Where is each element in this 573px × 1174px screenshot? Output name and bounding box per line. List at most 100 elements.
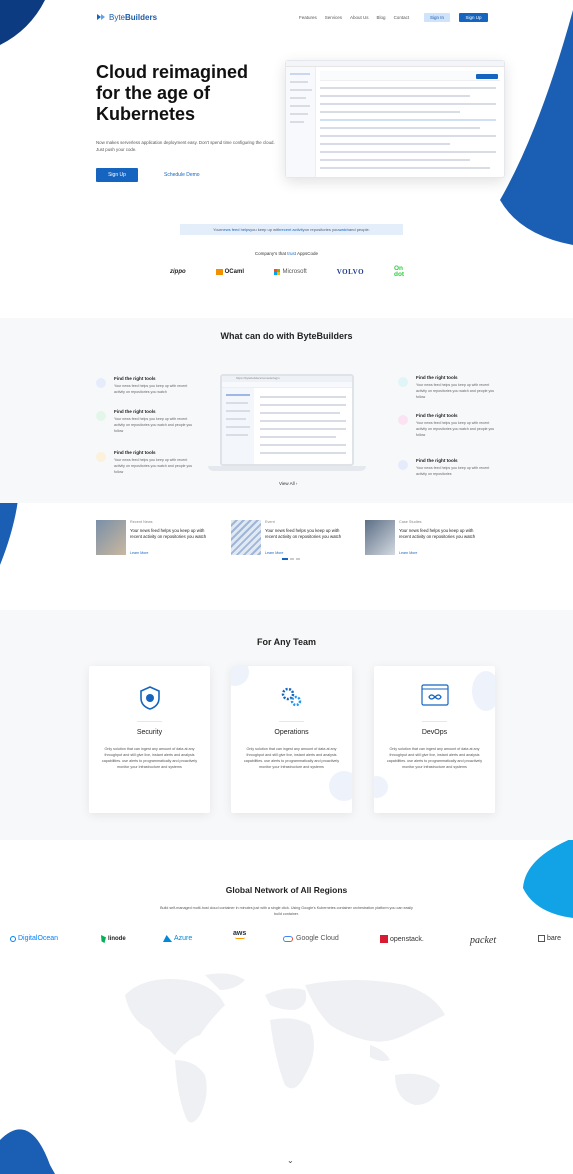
openstack-icon [380, 935, 388, 943]
nav-item-contact[interactable]: Contact [394, 15, 410, 20]
news-image [96, 520, 126, 555]
learn-more-link[interactable]: Learn More [265, 551, 283, 555]
sign-up-button[interactable]: Sign Up [459, 13, 488, 22]
top-navbar: Byte Builders Features Services About Us … [0, 12, 573, 28]
feature-title: Find the right tools [416, 458, 458, 463]
provider-openstack: openstack. [380, 935, 424, 943]
provider-packet: packet [470, 935, 496, 946]
provider-name: bare [547, 935, 562, 942]
camel-icon [215, 269, 223, 275]
nav-item-blog[interactable]: Blog [377, 15, 386, 20]
carousel-dot[interactable] [290, 558, 294, 560]
trust-title-link: trust [287, 251, 297, 256]
nav-item-services[interactable]: Services [325, 15, 342, 20]
team-card-devops[interactable]: DevOps Only solution that can ingest any… [374, 666, 495, 813]
news-feed-banner: Your news feed helps you keep up with re… [180, 224, 403, 235]
global-subtitle: Build self-managed multi-host cloud cont… [160, 906, 413, 916]
provider-name: DigitalOcean [18, 935, 59, 942]
bottom-blue-shape [0, 1129, 55, 1174]
carousel-dots [282, 558, 300, 560]
clock-icon [96, 378, 106, 388]
global-title: Global Network of All Regions [225, 885, 348, 895]
learn-more-link[interactable]: Learn More [130, 551, 148, 555]
banner-text: you keep up with [250, 227, 281, 232]
news-category: Case Studies [399, 520, 422, 524]
news-category: Event [265, 520, 275, 524]
trust-title-text: Company's that [254, 251, 288, 256]
laptop-mockup: https://bytebuilders/console/login [208, 374, 366, 474]
logo-text: OCaml [224, 269, 244, 275]
learn-more-link[interactable]: Learn More [399, 551, 417, 555]
news-card[interactable]: Recent News Your news feed helps you kee… [96, 520, 211, 560]
provider-azure: Azure [163, 935, 192, 942]
feature-desc: Your news feed helps you keep up with re… [416, 466, 490, 476]
logo-text: Microsoft [282, 269, 307, 275]
trust-logos: zippo OCaml Microsoft VOLVO On dot [170, 262, 410, 282]
provider-name: Google Cloud [296, 935, 339, 942]
ondot-logo: On dot [394, 265, 410, 278]
brand-logo[interactable]: Byte Builders [96, 12, 157, 22]
teams-title: For Any Team [256, 637, 316, 647]
code-icon [398, 460, 408, 470]
carousel-dot[interactable] [282, 558, 288, 560]
shield-icon [140, 686, 160, 710]
card-title: Security [136, 729, 163, 736]
card-desc: Only solution that can ingest any amount… [386, 747, 483, 769]
logo-icon [97, 14, 105, 20]
logo-text: zippo [170, 269, 186, 275]
chevron-down-icon[interactable]: ⌄ [287, 1156, 294, 1165]
team-card-security[interactable]: Security Only solution that can ingest a… [89, 666, 210, 813]
infinity-icon [421, 684, 449, 706]
sign-in-button[interactable]: Sign In [424, 13, 450, 22]
provider-name: linode [108, 936, 126, 942]
provider-name: openstack. [390, 935, 424, 943]
brand-suffix: Builders [125, 12, 158, 22]
banner-link[interactable]: watch [338, 227, 348, 232]
nav-item-about[interactable]: About Us [350, 15, 369, 20]
feature-desc: Your news feed helps you keep up with re… [114, 384, 188, 394]
carousel-dot[interactable] [296, 558, 300, 560]
nav-item-features[interactable]: Features [299, 15, 317, 20]
logo-text: VOLVO [336, 268, 365, 276]
mock-url: https://bytebuilders/console/login [236, 376, 280, 380]
zippo-logo: zippo [170, 269, 186, 275]
dashboard-preview-image [285, 60, 505, 178]
provider-digitalocean: DigitalOcean [10, 935, 58, 942]
hero-sign-up-button[interactable]: Sign Up [96, 168, 138, 182]
provider-aws: aws [233, 930, 246, 939]
cloud-icon [283, 935, 293, 942]
provider-google-cloud: Google Cloud [283, 935, 339, 942]
features-title: What can do with ByteBuilders [220, 331, 353, 341]
news-card[interactable]: Event Your news feed helps you keep up w… [231, 520, 346, 560]
linode-icon [101, 935, 106, 943]
ocaml-logo: OCaml [215, 269, 244, 275]
feature-title: Find the right tools [416, 375, 458, 380]
news-image [365, 520, 395, 555]
news-text: Your news feed helps you keep up with re… [265, 528, 342, 539]
microsoft-logo: Microsoft [273, 268, 307, 276]
view-all-link[interactable]: View All › [279, 481, 297, 486]
news-card[interactable]: Case Studies Your news feed helps you ke… [365, 520, 480, 560]
banner-text: and people. [348, 227, 370, 232]
gears-icon [281, 687, 302, 707]
banner-link[interactable]: recent activity [280, 227, 304, 232]
banner-text: Your [213, 227, 222, 232]
trust-title: Company's that trust AppsCode [0, 251, 573, 256]
team-card-operations[interactable]: Operations Only solution that can ingest… [231, 666, 352, 813]
lock-icon [398, 415, 408, 425]
card-desc: Only solution that can ingest any amount… [243, 747, 340, 769]
feature-title: Find the right tools [416, 413, 458, 418]
card-title: DevOps [421, 729, 448, 736]
bulb-icon [96, 452, 106, 462]
aws-smile-icon [234, 937, 245, 939]
trust-title-text: AppsCode [296, 251, 319, 256]
feature-title: Find the right tools [114, 450, 156, 455]
feature-desc: Your news feed helps you keep up with re… [114, 417, 193, 433]
banner-link[interactable]: news feed helps [221, 227, 250, 232]
bare-icon [538, 935, 545, 942]
nav-menu: Features Services About Us Blog Contact [299, 15, 409, 20]
world-map [125, 973, 445, 1123]
schedule-demo-link[interactable]: Schedule Demo [164, 172, 200, 178]
feature-title: Find the right tools [114, 409, 156, 414]
hero-subtitle: Now makes serverless application deploym… [96, 140, 275, 152]
